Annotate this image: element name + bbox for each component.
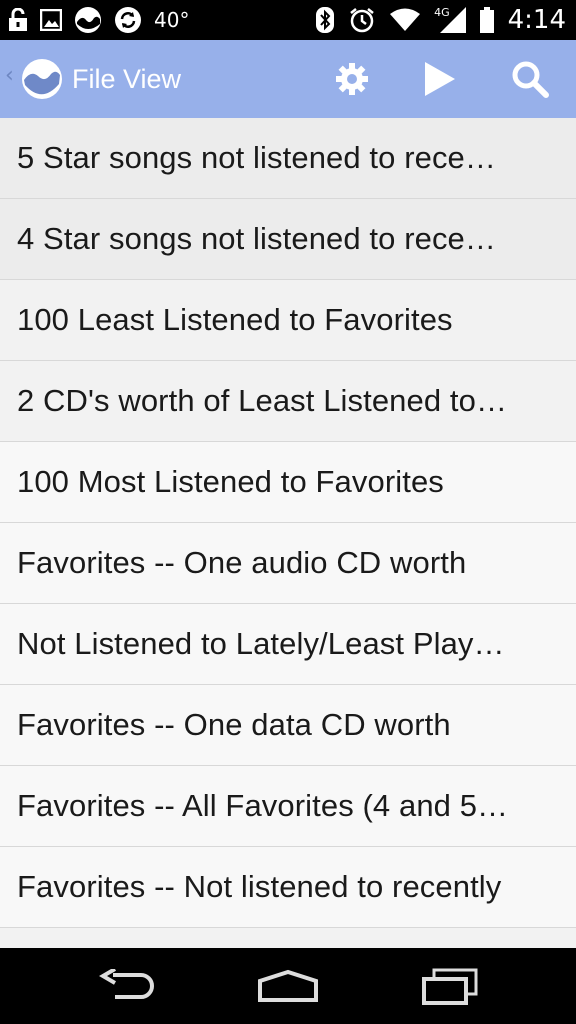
- list-item[interactable]: Favorites -- All Favorites (4 and 5…: [0, 766, 576, 847]
- list-item-label: Favorites -- All Favorites (4 and 5…: [17, 788, 509, 823]
- action-bar: ‹ File View: [0, 40, 576, 119]
- list-item[interactable]: Favorites -- One audio CD worth: [0, 523, 576, 604]
- list-item-label: 2 CD's worth of Least Listened to…: [17, 383, 508, 418]
- list-item-label: Not Listened to Lately/Least Play…: [17, 626, 505, 661]
- list-item[interactable]: Favorites -- One data CD worth: [0, 685, 576, 766]
- list-item-label: 100 Least Listened to Favorites: [17, 302, 453, 337]
- list-item[interactable]: 5 Star songs not listened to rece…: [0, 118, 576, 199]
- battery-icon: [479, 7, 494, 33]
- alarm-icon: [348, 6, 376, 34]
- search-icon[interactable]: [508, 59, 552, 99]
- signal-icon: 4G: [434, 5, 466, 33]
- recent-apps-icon[interactable]: [410, 964, 490, 1008]
- up-caret-icon[interactable]: ‹: [5, 65, 14, 87]
- home-icon[interactable]: [248, 964, 328, 1008]
- list-item-label: Favorites -- One data CD worth: [17, 707, 451, 742]
- playlist-list: 5 Star songs not listened to rece… 4 Sta…: [0, 118, 576, 948]
- app-logo-icon[interactable]: [21, 58, 63, 100]
- list-item[interactable]: 100 Most Listened to Favorites: [0, 442, 576, 523]
- image-icon: [40, 9, 62, 31]
- list-item-label: Favorites -- Not listened to recently: [17, 869, 502, 904]
- weather-icon: [74, 6, 102, 34]
- bluetooth-icon: [316, 7, 335, 33]
- screen: 40° 4G 4:14 ‹ File View 5 Star songs not…: [0, 0, 576, 1024]
- back-icon[interactable]: [88, 964, 168, 1008]
- list-item-label: 5 Star songs not listened to rece…: [17, 140, 496, 175]
- lock-icon: [8, 8, 28, 32]
- list-item[interactable]: 4 Star songs not listened to rece…: [0, 199, 576, 280]
- list-item-label: 4 Star songs not listened to rece…: [17, 221, 496, 256]
- play-icon[interactable]: [418, 59, 462, 99]
- status-left: 40°: [8, 0, 189, 40]
- status-right: 4G 4:14: [316, 0, 566, 40]
- status-bar: 40° 4G 4:14: [0, 0, 576, 40]
- navigation-bar: [0, 948, 576, 1024]
- list-item[interactable]: Not Listened to Lately/Least Play…: [0, 604, 576, 685]
- temperature-text: 40°: [154, 8, 190, 32]
- sync-icon: [114, 6, 142, 34]
- list-item-label: 100 Most Listened to Favorites: [17, 464, 444, 499]
- list-item-label: Favorites -- One audio CD worth: [17, 545, 467, 580]
- clock-text: 4:14: [507, 5, 566, 35]
- list-item[interactable]: 2 CD's worth of Least Listened to…: [0, 361, 576, 442]
- list-item[interactable]: 100 Least Listened to Favorites: [0, 280, 576, 361]
- action-bar-title[interactable]: File View: [72, 40, 181, 118]
- list-item[interactable]: Favorites -- Not listened to recently: [0, 847, 576, 928]
- wifi-icon: [390, 8, 421, 32]
- settings-gear-icon[interactable]: [330, 59, 374, 99]
- network-type-text: 4G: [434, 5, 450, 19]
